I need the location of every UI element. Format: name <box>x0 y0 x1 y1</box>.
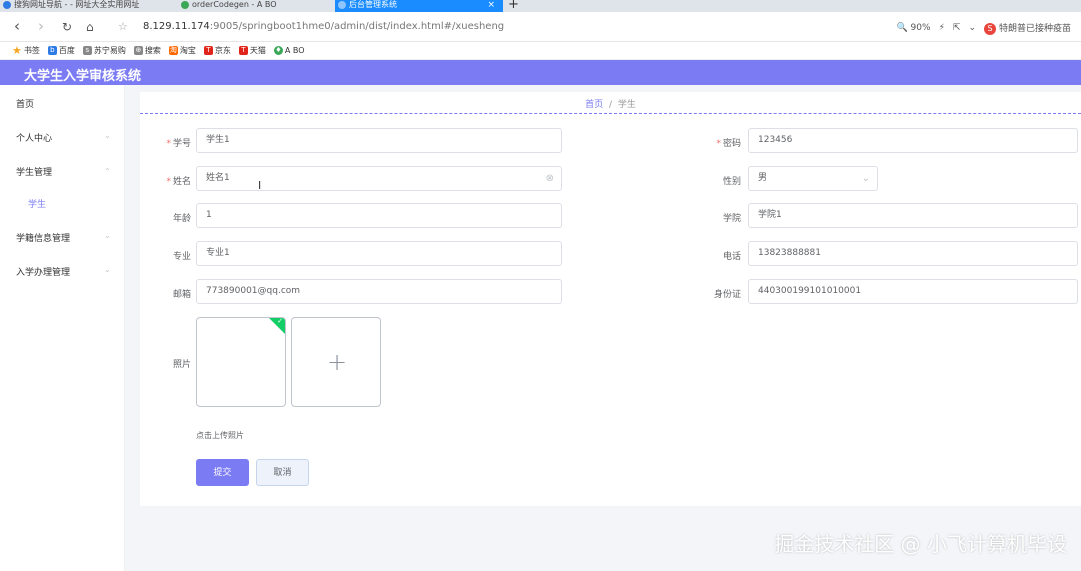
email-label: 邮箱 <box>172 290 191 300</box>
id-card-label: 身份证 <box>713 290 741 300</box>
star-icon: ★ <box>12 44 22 57</box>
close-tab-icon[interactable]: × <box>487 0 495 10</box>
breadcrumb-current: 学生 <box>617 100 636 110</box>
abo-icon: ♦ <box>273 46 283 55</box>
browser-tab-strip: 搜狗网址导航 - - 网址大全实用网址 orderCodegen - A BO … <box>0 0 1081 12</box>
major-label: 专业 <box>172 252 191 262</box>
check-icon: ✓ <box>277 317 283 325</box>
app-title: 大学生入学审核系统 <box>24 69 142 84</box>
email-input[interactable]: 773890001@qq.com <box>196 279 562 304</box>
sogou-badge-icon: S <box>983 23 996 35</box>
new-tab-button[interactable]: + <box>508 0 519 12</box>
sidebar-item-enrollment-info[interactable]: 学籍信息管理 <box>16 231 70 244</box>
chevron-down-icon: ⌄ <box>104 131 111 140</box>
id-card-input[interactable]: 440300199101010001 <box>748 279 1078 304</box>
breadcrumb-home[interactable]: 首页 <box>585 100 603 110</box>
name-label: * 姓名 <box>166 177 191 187</box>
tmall-icon: T <box>238 46 248 55</box>
chevron-down-icon: ⌄ <box>104 231 111 240</box>
chevron-down-icon: ⌄ <box>861 173 870 184</box>
student-id-label: * 学号 <box>166 139 191 149</box>
gender-select[interactable]: 男 ⌄ <box>748 166 878 191</box>
url-field[interactable]: 8.129.11.174:9005/springboot1hme0/admin/… <box>143 21 504 32</box>
sidebar-item-home[interactable]: 首页 <box>16 97 34 110</box>
share-icon[interactable]: ⇱ <box>953 23 961 33</box>
bookmark-item[interactable]: ★ 书签 <box>12 44 40 57</box>
age-input[interactable]: 1 <box>196 203 562 228</box>
bookmark-item[interactable]: s 苏宁易购 <box>82 45 126 56</box>
taobao-icon: 淘 <box>168 46 178 55</box>
clear-icon[interactable]: ⊗ <box>546 167 554 190</box>
chevron-down-icon[interactable]: ⌄ <box>968 23 976 33</box>
browser-tab-1[interactable]: 搜狗网址导航 - - 网址大全实用网址 <box>0 0 170 12</box>
bookmark-item[interactable]: ⊕ 搜索 <box>133 45 161 56</box>
bookmark-item[interactable]: T 京东 <box>203 45 231 56</box>
photo-upload-button[interactable]: + <box>291 317 381 407</box>
app-header: 大学生入学审核系统 <box>0 60 1081 85</box>
password-input[interactable]: 123456 <box>748 128 1078 153</box>
sidebar-item-admission-handling[interactable]: 入学办理管理 <box>16 265 70 278</box>
address-bar: ‹ › ↻ ⌂ ☆ 8.129.11.174:9005/springboot1h… <box>0 12 1081 42</box>
upload-tip: 点击上传照片 <box>196 431 244 440</box>
browser-tab-2[interactable]: orderCodegen - A BO <box>178 0 328 12</box>
photo-label: 照片 <box>172 360 191 370</box>
watermark-text: 掘金技术社区 @ 小飞计算机毕设 <box>774 532 1067 556</box>
sidebar: 首页 个人中心 ⌄ 学生管理 ⌃ 学生 学籍信息管理 ⌄ 入学办理管理 ⌄ <box>0 85 125 571</box>
submit-button[interactable]: 提交 <box>196 459 249 486</box>
news-ticker[interactable]: S 特朗普已接种疫苗 <box>983 21 1071 35</box>
bookmark-item[interactable]: 淘淘宝 <box>168 45 196 56</box>
breadcrumb-separator: / <box>608 100 613 110</box>
jd-icon: T <box>203 46 213 55</box>
home-icon[interactable]: ⌂ <box>86 19 94 35</box>
address-bar-tools: 🔍 90% ⚡ ⇱ ⌄ S 特朗普已接种疫苗 <box>896 21 1071 35</box>
baidu-icon: b <box>47 46 57 55</box>
college-label: 学院 <box>722 214 741 224</box>
age-label: 年龄 <box>172 214 191 224</box>
reload-icon[interactable]: ↻ <box>62 19 72 35</box>
bookmark-star-icon[interactable]: ☆ <box>118 20 128 33</box>
back-icon[interactable]: ‹ <box>14 18 20 34</box>
major-input[interactable]: 专业1 <box>196 241 562 266</box>
sidebar-item-personal-center[interactable]: 个人中心 <box>16 131 52 144</box>
chevron-up-icon: ⌃ <box>104 167 111 176</box>
sidebar-item-student[interactable]: 学生 <box>28 197 46 210</box>
gender-label: 性别 <box>722 177 741 187</box>
bookmark-item[interactable]: T 天猫 <box>238 45 266 56</box>
cancel-button[interactable]: 取消 <box>256 459 309 486</box>
breadcrumb-divider <box>140 113 1081 114</box>
uploaded-photo-thumbnail[interactable]: ✓ <box>196 317 286 407</box>
student-id-input[interactable]: 学生1 <box>196 128 562 153</box>
sidebar-item-student-management[interactable]: 学生管理 <box>16 165 52 178</box>
bookmark-item[interactable]: ♦ A BO <box>273 46 305 55</box>
text-cursor-icon: I <box>258 179 262 192</box>
name-input[interactable]: 姓名1 ⊗ <box>196 166 562 191</box>
zoom-indicator[interactable]: 🔍 90% <box>896 23 930 33</box>
codegen-icon <box>181 1 189 9</box>
phone-input[interactable]: 13823888881 <box>748 241 1078 266</box>
phone-label: 电话 <box>722 252 741 262</box>
sogou-icon <box>3 1 11 9</box>
college-input[interactable]: 学院1 <box>748 203 1078 228</box>
bookmark-item[interactable]: b 百度 <box>47 45 75 56</box>
search-icon: ⊕ <box>133 46 143 55</box>
admin-tab-icon <box>338 1 346 9</box>
forward-icon[interactable]: › <box>38 18 44 34</box>
chevron-down-icon: ⌄ <box>104 265 111 274</box>
lightning-icon[interactable]: ⚡ <box>939 23 945 33</box>
suning-icon: s <box>82 46 92 55</box>
bookmarks-bar: ★ 书签 b 百度 s 苏宁易购 ⊕ 搜索 淘淘宝 T 京东 T 天猫 ♦ A BO <box>0 42 1081 60</box>
browser-tab-active[interactable]: 后台管理系统 × <box>335 0 503 12</box>
password-label: * 密码 <box>716 139 741 149</box>
plus-icon: + <box>326 348 348 376</box>
breadcrumb: 首页 / 学生 <box>140 97 1081 110</box>
